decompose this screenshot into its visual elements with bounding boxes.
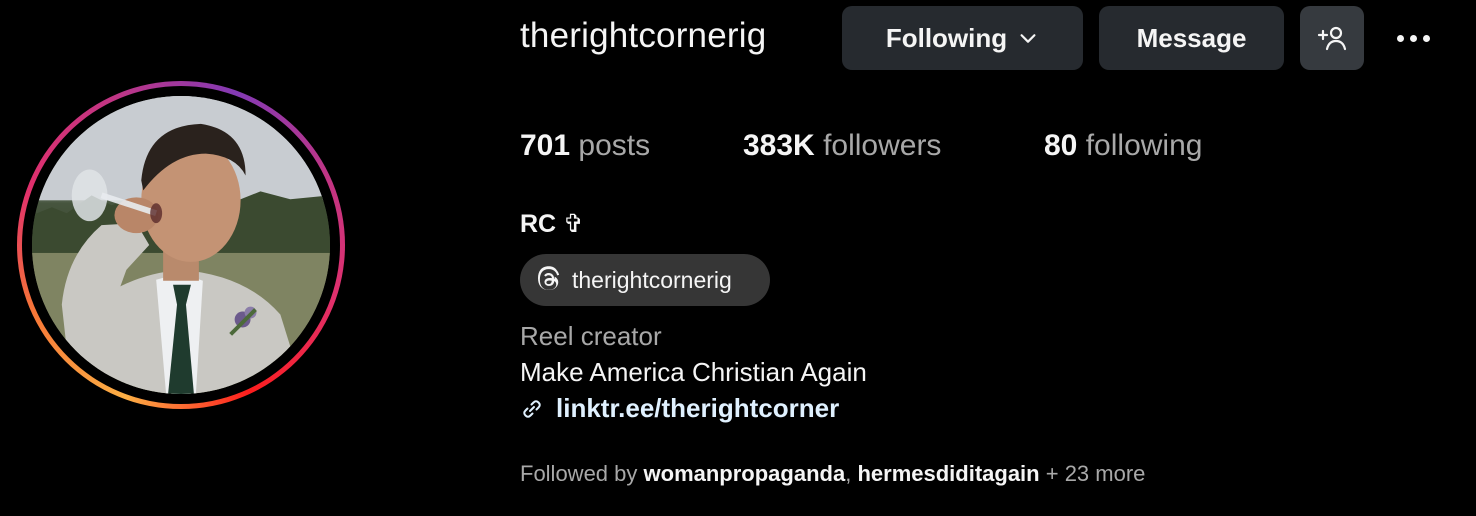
avatar-photo <box>32 96 330 394</box>
profile-full-name: RC ✞ <box>520 210 585 238</box>
followed-by-more[interactable]: + 23 more <box>1046 461 1146 486</box>
followers-stat[interactable]: 383K followers <box>743 129 941 163</box>
story-ring[interactable] <box>17 81 345 409</box>
posts-stat[interactable]: 701 posts <box>520 129 650 163</box>
profile-header: therightcornerig Following Message 701 p… <box>0 0 1476 516</box>
threads-badge[interactable]: therightcornerig <box>520 254 770 306</box>
posts-label: posts <box>578 129 651 162</box>
following-button-label: Following <box>885 22 1008 53</box>
following-button[interactable]: Following <box>842 6 1083 70</box>
mutual-separator: , <box>845 461 852 486</box>
message-button-label: Message <box>1136 22 1247 53</box>
followers-label: followers <box>823 129 942 162</box>
mutual-followers[interactable]: Followed by womanpropaganda, hermesdidit… <box>520 461 1145 487</box>
posts-count: 701 <box>520 129 571 162</box>
bio-link-text: linktr.ee/therightcorner <box>556 393 840 423</box>
followers-count: 383K <box>743 129 815 162</box>
threads-icon <box>538 266 560 290</box>
bio-link[interactable]: linktr.ee/therightcorner <box>520 393 839 424</box>
more-options-icon[interactable] <box>1386 22 1440 54</box>
profile-avatar[interactable] <box>32 96 330 394</box>
profile-bio: Make America Christian Again <box>520 357 867 387</box>
add-user-icon <box>1317 26 1347 51</box>
mutual-account[interactable]: womanpropaganda <box>644 461 846 486</box>
chevron-down-icon <box>1020 34 1036 43</box>
mutual-account[interactable]: hermesdiditagain <box>857 461 1039 486</box>
suggested-accounts-button[interactable] <box>1300 6 1364 70</box>
link-icon <box>523 399 541 418</box>
profile-username: therightcornerig <box>520 16 767 55</box>
following-count: 80 <box>1044 129 1078 162</box>
following-label: following <box>1085 129 1203 162</box>
threads-handle: therightcornerig <box>572 266 732 293</box>
following-stat[interactable]: 80 following <box>1044 129 1202 163</box>
followed-by-prefix: Followed by <box>520 461 638 486</box>
message-button[interactable]: Message <box>1099 6 1284 70</box>
profile-category: Reel creator <box>520 321 662 351</box>
